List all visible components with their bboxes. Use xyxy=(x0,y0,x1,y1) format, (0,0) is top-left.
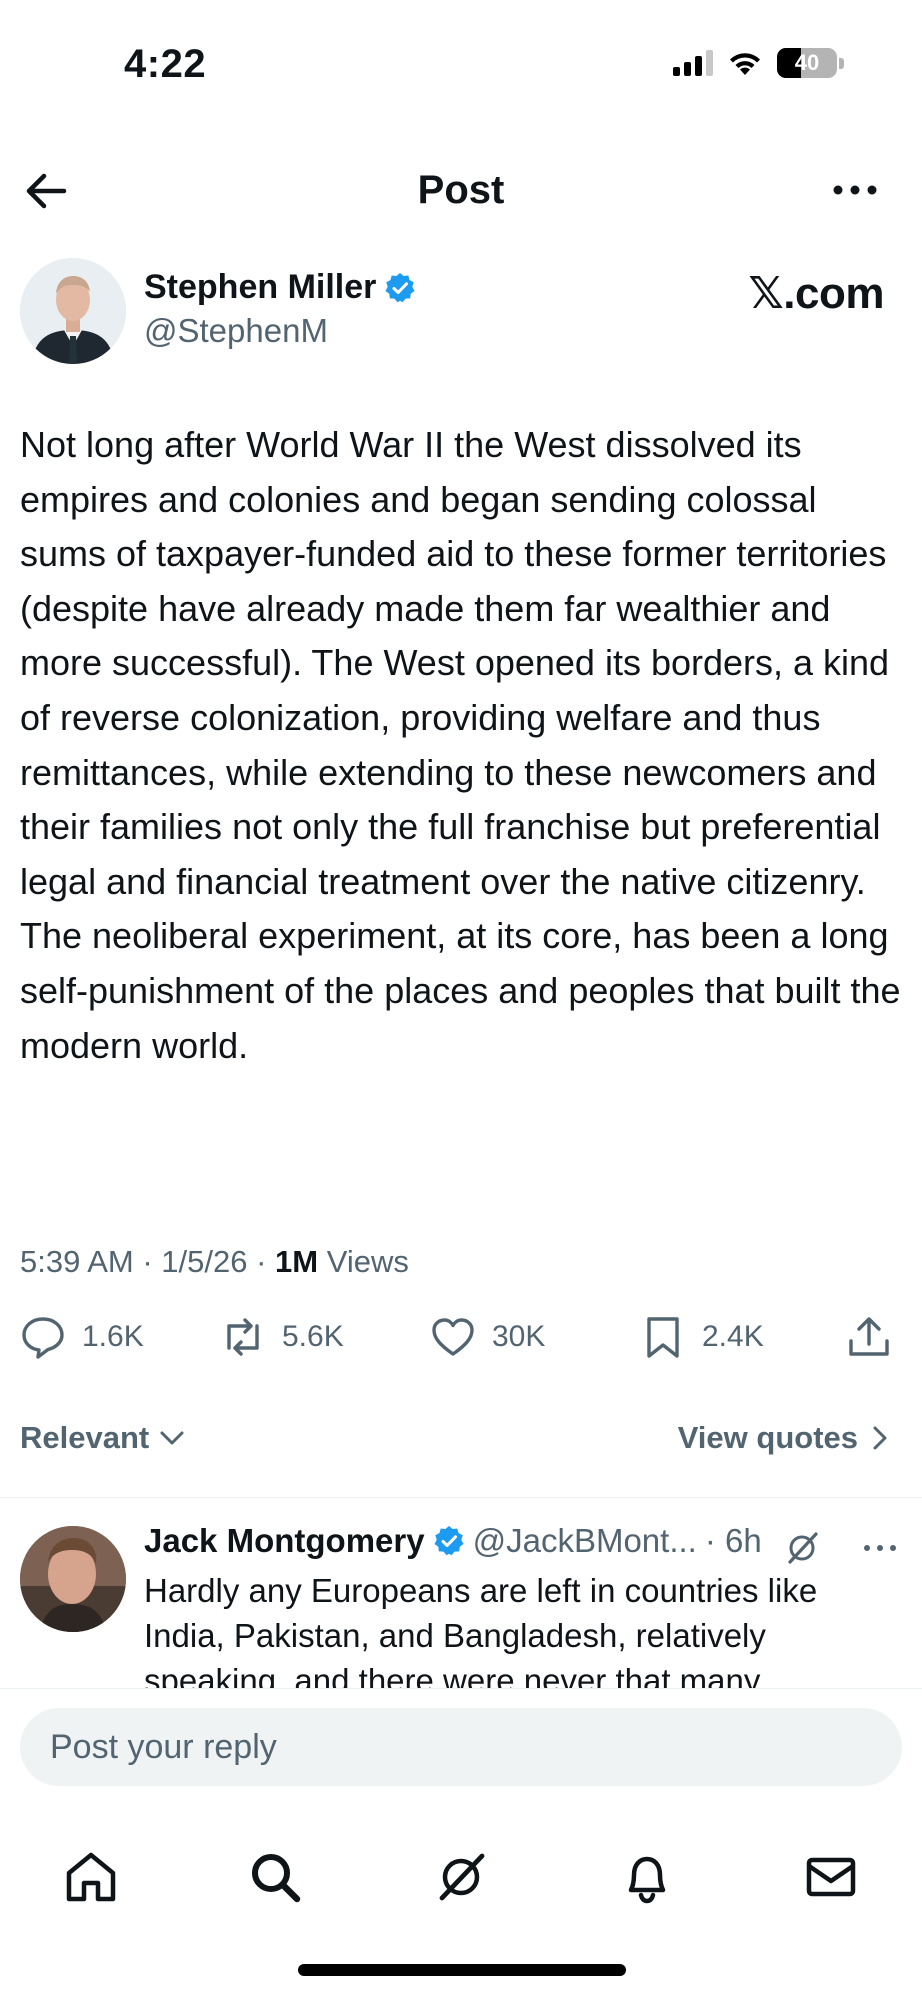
view-quotes-button[interactable]: View quotes xyxy=(678,1420,892,1456)
view-quotes-label: View quotes xyxy=(677,1420,858,1455)
reply-avatar-image xyxy=(20,1526,126,1632)
reply-time: · 6h xyxy=(704,1522,762,1559)
reply-composer[interactable] xyxy=(20,1708,902,1786)
grok-icon xyxy=(439,1853,485,1901)
reply-author-name[interactable]: Jack Montgomery xyxy=(144,1522,425,1560)
divider xyxy=(0,1497,922,1498)
status-icons: 40 xyxy=(673,48,844,78)
reply-author-avatar[interactable] xyxy=(20,1526,126,1632)
share-icon xyxy=(849,1317,889,1356)
repost-button[interactable]: 5.6K xyxy=(220,1314,344,1360)
cellular-signal-icon xyxy=(673,50,713,76)
author-name-row: Stephen Miller xyxy=(144,268,416,307)
source-label: 𝕏.com xyxy=(748,269,884,318)
status-time: 4:22 xyxy=(124,42,207,86)
post-actions: 1.6K 5.6K 30K 2.4K xyxy=(20,1314,896,1374)
author-avatar-image xyxy=(20,258,126,364)
repost-count: 5.6K xyxy=(282,1320,344,1353)
bookmark-button[interactable]: 2.4K xyxy=(640,1314,764,1360)
home-icon xyxy=(66,1852,116,1902)
views-count: 1M xyxy=(275,1244,319,1279)
like-button[interactable]: 30K xyxy=(430,1314,545,1360)
tab-notifications[interactable] xyxy=(602,1832,692,1922)
battery-icon: 40 xyxy=(777,48,837,78)
home-indicator xyxy=(298,1964,626,1976)
post-author: Stephen Miller @StephenM 𝕏.com xyxy=(20,256,902,366)
tab-messages[interactable] xyxy=(786,1832,876,1922)
reply-more-button[interactable] xyxy=(860,1528,900,1568)
more-options-button[interactable] xyxy=(830,170,880,210)
reply-author-handle[interactable]: @JackBMont... xyxy=(473,1522,697,1560)
divider xyxy=(0,1688,922,1689)
share-button[interactable] xyxy=(846,1314,892,1360)
repost-icon xyxy=(227,1318,259,1356)
author-avatar[interactable] xyxy=(20,258,126,364)
reply-header: Jack Montgomery @JackBMont... · 6h xyxy=(144,1522,762,1560)
battery-level: 40 xyxy=(794,50,820,75)
grok-icon xyxy=(788,1532,818,1564)
reply-text: Hardly any Europeans are left in countri… xyxy=(144,1572,818,1688)
wifi-icon xyxy=(730,53,760,75)
chevron-right-icon xyxy=(873,1426,887,1450)
page-title: Post xyxy=(417,168,505,212)
bottom-tab-bar xyxy=(0,1832,922,1922)
author-handle[interactable]: @StephenM xyxy=(144,312,328,350)
header: Post xyxy=(0,150,922,230)
reply-bubble-icon xyxy=(22,1317,64,1359)
verified-badge-icon xyxy=(385,272,415,302)
sort-relevant-button[interactable]: Relevant xyxy=(20,1420,187,1456)
tab-home[interactable] xyxy=(46,1832,136,1922)
status-bar: 4:22 40 xyxy=(0,0,922,120)
bookmark-icon xyxy=(647,1317,679,1358)
reply-button[interactable]: 1.6K xyxy=(20,1314,144,1360)
post-text: Not long after World War II the West dis… xyxy=(20,424,901,1066)
chevron-down-icon xyxy=(160,1431,184,1445)
tab-grok[interactable] xyxy=(416,1832,506,1922)
like-count: 30K xyxy=(492,1320,546,1353)
heart-icon xyxy=(432,1318,474,1356)
sort-label: Relevant xyxy=(20,1420,150,1455)
bookmark-count: 2.4K xyxy=(702,1320,764,1353)
tab-search[interactable] xyxy=(230,1832,320,1922)
author-name[interactable]: Stephen Miller xyxy=(144,268,376,307)
more-horizontal-icon xyxy=(864,1545,896,1551)
search-icon xyxy=(252,1854,301,1903)
reply-count: 1.6K xyxy=(82,1320,144,1353)
views-label: Views xyxy=(318,1244,409,1279)
notifications-bell-icon xyxy=(628,1856,666,1904)
reply-input[interactable] xyxy=(20,1708,902,1786)
reply-item[interactable]: Jack Montgomery @JackBMont... · 6h Hardl… xyxy=(0,1512,922,1688)
verified-badge-icon xyxy=(434,1526,464,1556)
messages-envelope-icon xyxy=(806,1857,856,1897)
post-meta: 5:39 AM · 1/5/26 · 1M Views xyxy=(20,1244,409,1280)
post-timestamp[interactable]: 5:39 AM · 1/5/26 · xyxy=(20,1244,275,1279)
more-horizontal-icon xyxy=(833,185,877,195)
grok-button[interactable] xyxy=(782,1528,822,1568)
battery-nub xyxy=(839,57,844,69)
reply-sort-bar: Relevant View quotes xyxy=(20,1414,892,1464)
